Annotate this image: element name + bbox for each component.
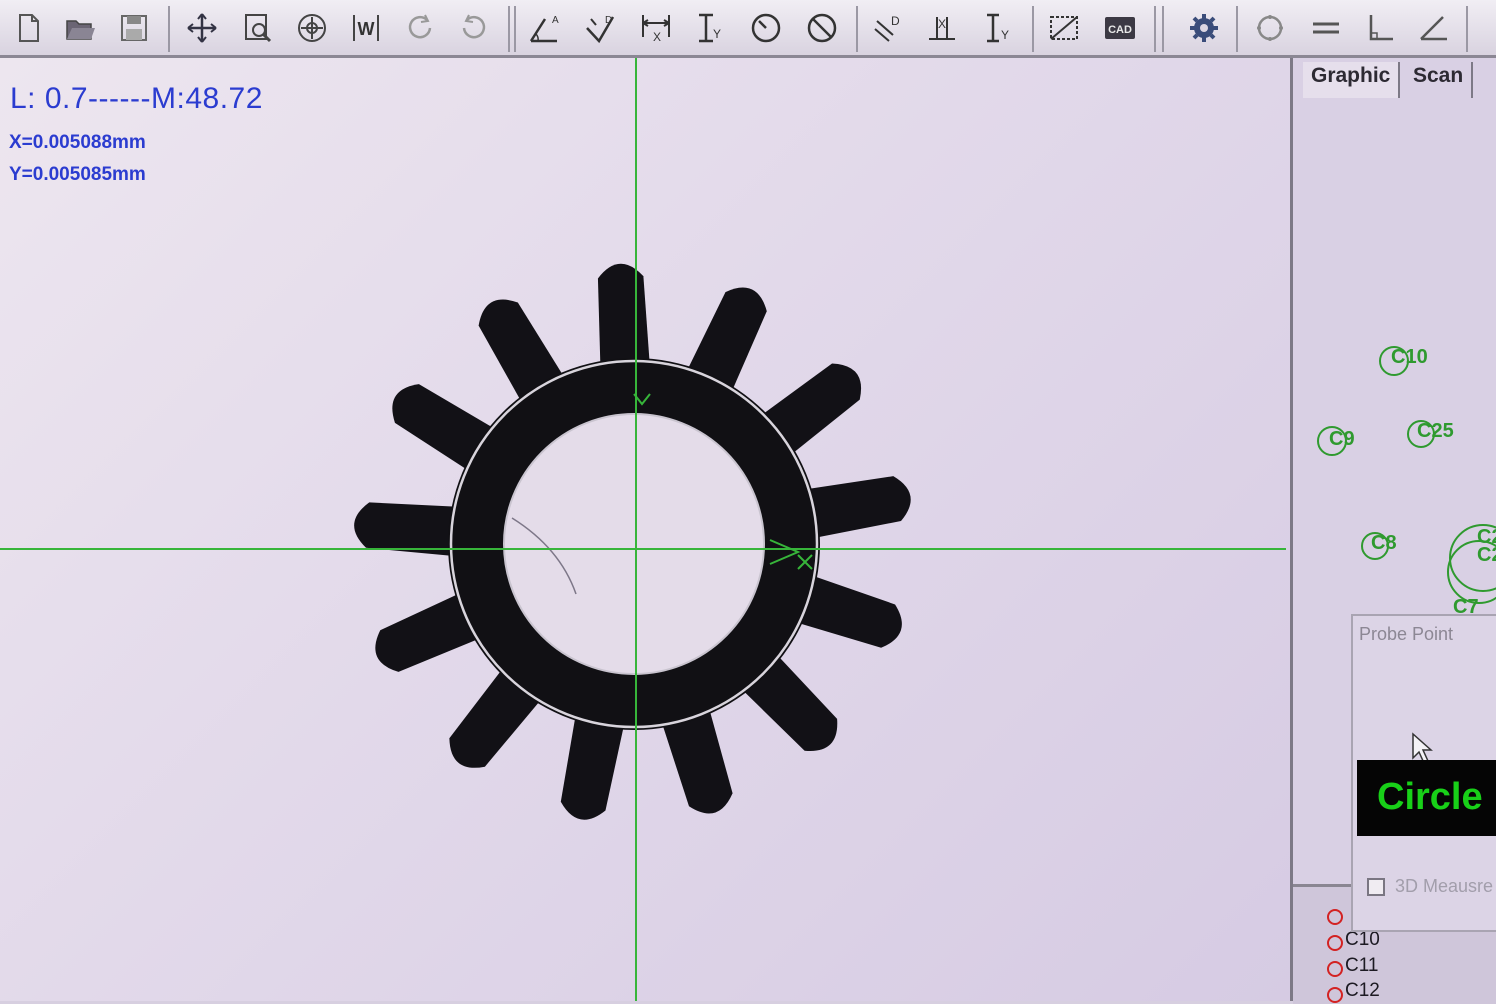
feature-label[interactable]: C9 (1329, 428, 1355, 451)
new-file-icon[interactable] (6, 8, 50, 48)
toolbar-separator (1032, 6, 1034, 52)
tab-scan[interactable]: Scan (1405, 62, 1474, 98)
feature-label[interactable]: C8 (1371, 532, 1397, 555)
svg-text:X: X (653, 30, 661, 44)
feature-label[interactable]: C10 (1391, 346, 1428, 369)
mode-indicator: Circle (1357, 760, 1496, 836)
probe-point-window: Probe Point Circle 3D Meausre (1351, 614, 1496, 932)
distance-x-icon[interactable]: X (634, 8, 678, 48)
circle-feature-icon (1327, 909, 1343, 925)
3d-measure-label: 3D Meausre (1395, 876, 1494, 896)
zoom-window-icon[interactable] (236, 8, 280, 48)
rectangle-icon[interactable] (1042, 8, 1086, 48)
3d-measure-checkbox[interactable] (1367, 878, 1385, 896)
angle-a-icon[interactable]: A (522, 8, 566, 48)
circle-measure-icon[interactable] (744, 8, 788, 48)
gear-image (0, 58, 1286, 1001)
zoom-all-icon[interactable] (290, 8, 334, 48)
y-coordinate: Y=0.005085mm (9, 164, 146, 185)
list-item[interactable]: C11 (1345, 955, 1378, 977)
save-icon[interactable] (112, 8, 156, 48)
toolbar-separator (1162, 6, 1164, 52)
probe-title: Probe Point (1359, 624, 1454, 644)
toolbar: W A D X Y D X Y CAD (0, 0, 1496, 58)
toolbar-separator (856, 6, 858, 52)
measurement-readout: L: 0.7------M:48.72 (10, 82, 263, 115)
toolbar-separator (508, 6, 510, 52)
circle-diameter-icon[interactable] (800, 8, 844, 48)
svg-text:Y: Y (713, 27, 721, 41)
toolbar-separator (514, 6, 516, 52)
x-coordinate: X=0.005088mm (9, 132, 146, 153)
list-item[interactable]: C12 (1345, 980, 1380, 1002)
toolbar-separator (168, 6, 170, 52)
distance-y-icon[interactable]: Y (688, 8, 732, 48)
distance-y2-icon[interactable]: Y (976, 8, 1020, 48)
distance-x2-icon[interactable]: X (920, 8, 964, 48)
redo-icon[interactable] (452, 8, 496, 48)
circle-feature-icon (1327, 935, 1343, 951)
toolbar-separator (1154, 6, 1156, 52)
circle-feature-icon (1327, 961, 1343, 977)
tab-graphic[interactable]: Graphic (1303, 62, 1401, 98)
svg-text:Y: Y (1001, 28, 1009, 42)
svg-text:D: D (605, 15, 612, 26)
toolbar-separator (1236, 6, 1238, 52)
settings-gear-icon[interactable] (1182, 8, 1226, 48)
feature-label[interactable]: C25 (1417, 420, 1454, 443)
svg-text:A: A (552, 15, 559, 26)
cad-label: CAD (1108, 24, 1132, 36)
cad-icon[interactable]: CAD (1098, 8, 1142, 48)
right-panel: Graphic Scan C10 C9 C25 C8 C2 C2 C7 C10 … (1290, 58, 1496, 1004)
angle-d-icon[interactable]: D (578, 8, 622, 48)
undo-icon[interactable] (398, 8, 442, 48)
angle-icon[interactable] (1412, 8, 1456, 48)
gear-bore (504, 414, 764, 674)
svg-text:W: W (358, 19, 375, 39)
perpendicular-icon[interactable] (1358, 8, 1402, 48)
measurement-viewport[interactable]: L: 0.7------M:48.72 X=0.005088mm Y=0.005… (0, 58, 1290, 1001)
svg-text:D: D (891, 14, 900, 28)
feature-label[interactable]: C2 (1477, 544, 1496, 567)
w-icon[interactable]: W (344, 8, 388, 48)
distance-d-icon[interactable]: D (866, 8, 910, 48)
svg-text:X: X (938, 17, 946, 31)
move-icon[interactable] (180, 8, 224, 48)
open-folder-icon[interactable] (58, 8, 102, 48)
parallel-icon[interactable] (1304, 8, 1348, 48)
circle-fit-icon[interactable] (1248, 8, 1292, 48)
mode-label: Circle (1377, 776, 1483, 818)
toolbar-separator (1466, 6, 1468, 52)
list-item[interactable]: C10 (1345, 929, 1380, 951)
